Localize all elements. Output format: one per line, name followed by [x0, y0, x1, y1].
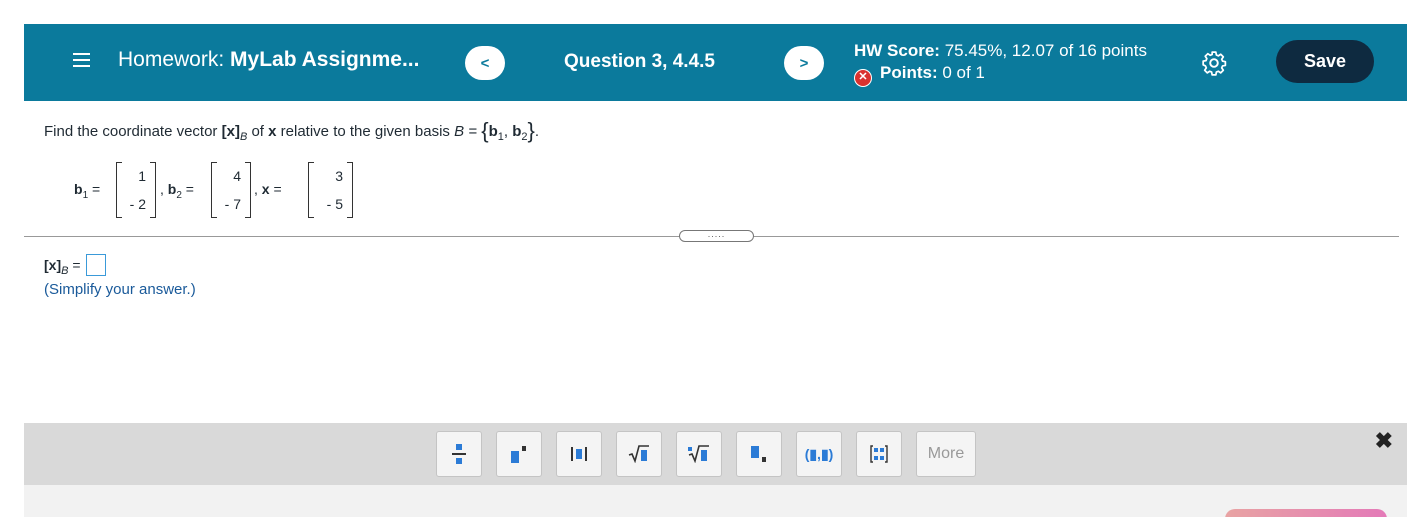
b2-entry-1: 4	[233, 168, 241, 184]
b1-letter: b	[74, 181, 83, 197]
x-entry-1: 3	[335, 168, 343, 184]
b2-label: , b2 =	[160, 181, 194, 201]
b1-entry-1: 1	[138, 168, 146, 184]
header-bar: Homework: MyLab Assignme... < Question 3…	[24, 24, 1407, 101]
next-question-button[interactable]: >	[784, 46, 824, 80]
check-answer-button[interactable]	[1225, 509, 1387, 517]
open-brace: {	[481, 118, 489, 143]
fraction-tool-button[interactable]	[436, 431, 482, 477]
more-tools-button[interactable]: More	[916, 431, 976, 477]
answer-label: [x]	[44, 257, 62, 273]
question-title: Question 3, 4.4.5	[564, 51, 715, 72]
page: Homework: MyLab Assignme... < Question 3…	[0, 0, 1407, 517]
superscript-icon	[511, 446, 526, 463]
nth-root-icon	[688, 445, 709, 463]
ordered-pair-tool-button[interactable]: (▮,▮)	[796, 431, 842, 477]
hw-score-label: HW Score:	[854, 41, 940, 60]
question-prompt: Find the coordinate vector [x]B of x rel…	[44, 118, 539, 144]
x-letter: x	[261, 181, 270, 197]
assignment-title: Homework: MyLab Assignme...	[118, 48, 419, 72]
x-label: , x =	[254, 181, 282, 197]
absolute-value-icon	[571, 447, 587, 461]
subscript-tool-button[interactable]	[736, 431, 782, 477]
matrix-icon	[870, 445, 888, 463]
simplify-hint: (Simplify your answer.)	[44, 281, 196, 298]
footer-area	[24, 485, 1407, 517]
hw-score-value: 75.45%, 12.07 of 16 points	[944, 41, 1147, 60]
comma: ,	[503, 123, 513, 140]
expand-toggle-button[interactable]: .....	[679, 230, 754, 242]
b1-entry-2: - 2	[129, 196, 146, 212]
assignment-name: MyLab Assignme...	[230, 48, 420, 71]
x-entry-2: - 5	[326, 196, 343, 212]
vector-x-symbol: x	[268, 123, 277, 140]
points-value: 0 of 1	[942, 63, 985, 82]
b1-vector: 1 - 2	[116, 162, 156, 218]
incorrect-icon: ✕	[854, 69, 872, 87]
matrix-tool-button[interactable]	[856, 431, 902, 477]
hamburger-menu-icon[interactable]	[73, 53, 90, 68]
prompt-text-relative: relative to the given basis	[276, 123, 455, 140]
x-vector: 3 - 5	[308, 162, 353, 218]
prompt-period: .	[534, 123, 540, 140]
answer-input[interactable]	[86, 254, 107, 276]
close-brace: }	[527, 118, 535, 143]
b2-entry-2: - 7	[224, 196, 241, 212]
b1-label-subscript: 1	[82, 190, 89, 201]
fraction-icon	[452, 444, 466, 464]
previous-question-button[interactable]: <	[465, 46, 505, 80]
points-label: Points:	[880, 63, 938, 82]
nth-root-tool-button[interactable]	[676, 431, 722, 477]
score-block: HW Score: 75.45%, 12.07 of 16 points ✕ Po…	[854, 40, 1147, 87]
answer-row: [x]B =	[44, 254, 107, 277]
sqrt-icon	[628, 445, 649, 463]
b2-vector: 4 - 7	[211, 162, 251, 218]
coord-vector-symbol: [x]	[221, 123, 240, 140]
basis-symbol: B =	[454, 123, 482, 140]
subscript-icon	[751, 446, 766, 462]
absolute-value-tool-button[interactable]	[556, 431, 602, 477]
sqrt-tool-button[interactable]	[616, 431, 662, 477]
settings-gear-icon[interactable]	[1201, 50, 1227, 76]
prompt-text: Find the coordinate vector	[44, 123, 222, 140]
homework-prefix: Homework:	[118, 48, 225, 71]
close-toolbar-icon[interactable]: ✖	[1375, 428, 1393, 454]
answer-equals: =	[68, 257, 81, 273]
b1-symbol: b	[488, 123, 498, 140]
b1-label: b1 =	[74, 181, 101, 201]
b2-label-subscript: 2	[176, 190, 182, 201]
math-toolbar: (▮,▮) More ✖	[24, 423, 1407, 485]
save-button[interactable]: Save	[1276, 40, 1374, 83]
superscript-tool-button[interactable]	[496, 431, 542, 477]
b2-symbol: b	[512, 123, 522, 140]
prompt-text-of: of	[247, 123, 269, 140]
